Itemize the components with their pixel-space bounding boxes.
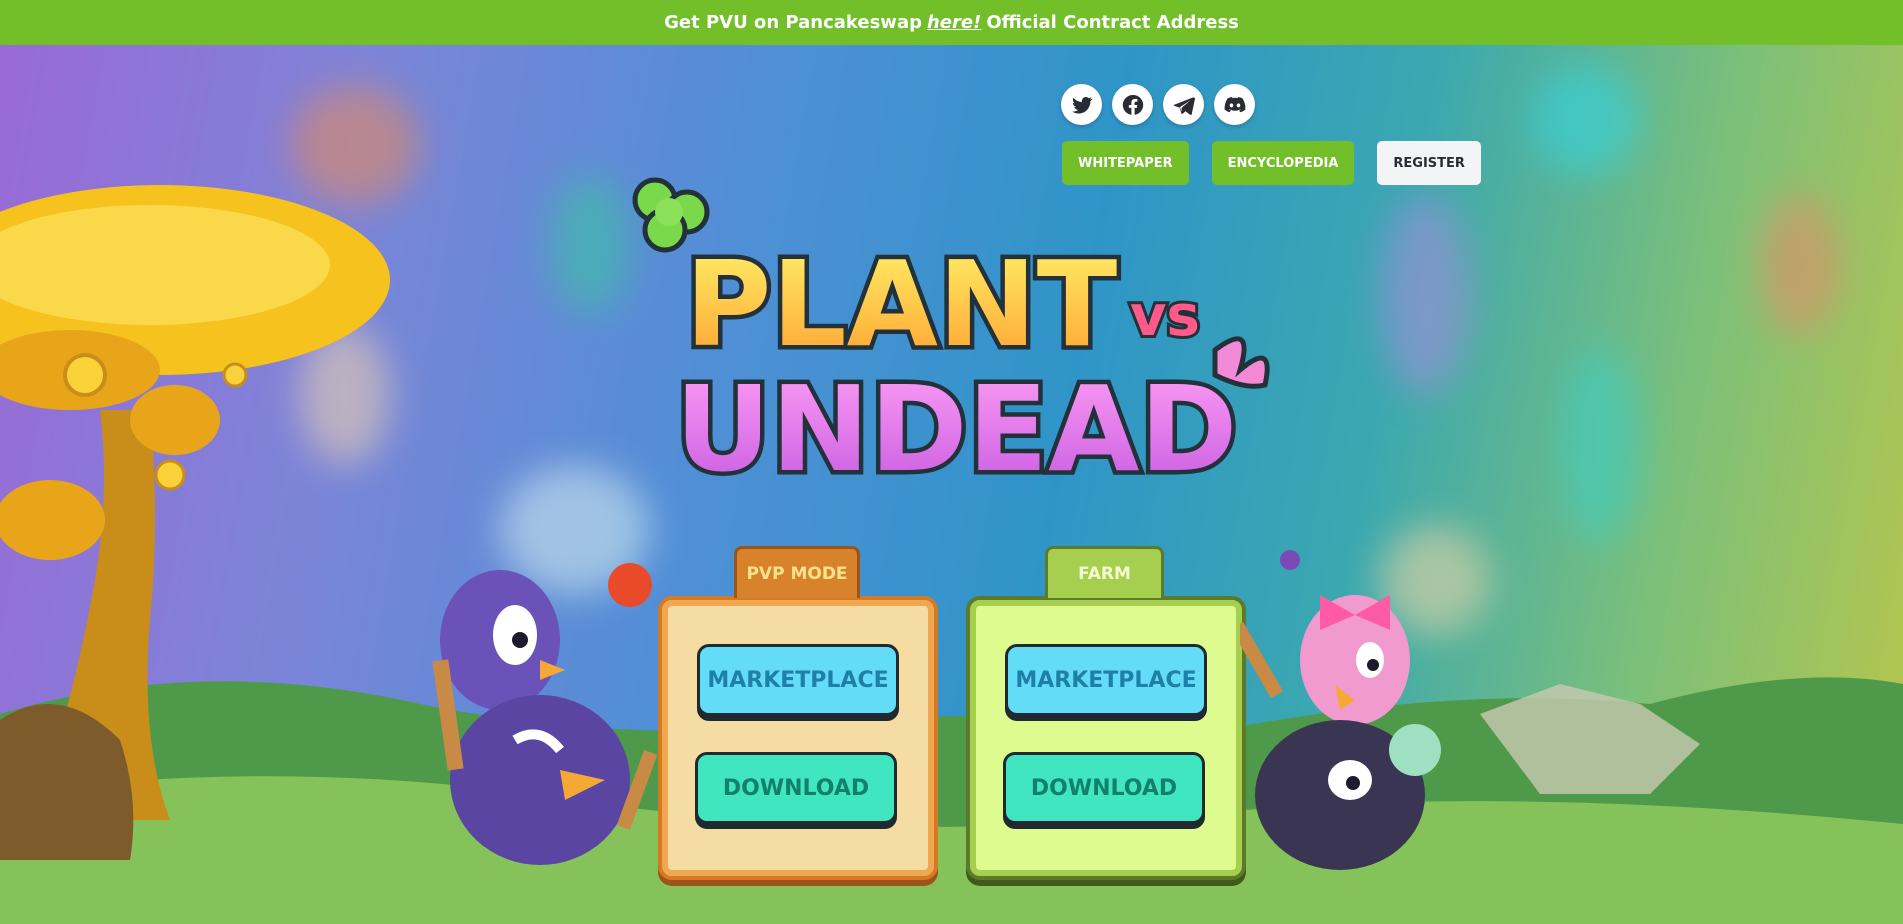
crow-characters-left [432, 563, 658, 865]
register-button[interactable]: REGISTER [1377, 141, 1481, 185]
header-nav: WHITEPAPER ENCYCLOPEDIA REGISTER [1062, 141, 1481, 185]
logo-plant: PLANT [685, 235, 1117, 373]
facebook-icon[interactable] [1112, 84, 1153, 125]
bird-characters-right [1240, 550, 1441, 870]
pvp-marketplace-button[interactable]: MARKETPLACE [697, 644, 899, 716]
plant-vs-undead-logo: PLANT vs UNDEAD [632, 177, 1270, 500]
banner-pancakeswap-link[interactable]: here! [927, 12, 981, 33]
farm-mode-card [966, 596, 1246, 880]
logo-undead: UNDEAD [675, 360, 1237, 498]
tab-pvp-mode: PVP MODE [734, 546, 860, 598]
farm-download-button[interactable]: DOWNLOAD [1003, 752, 1205, 824]
encyclopedia-button[interactable]: ENCYCLOPEDIA [1211, 141, 1355, 185]
farm-marketplace-button[interactable]: MARKETPLACE [1005, 644, 1207, 716]
banner-contract-address-link[interactable]: Official Contract Address [986, 12, 1239, 33]
banner-prefix: Get PVU on Pancakeswap [664, 12, 922, 33]
discord-icon[interactable] [1214, 84, 1255, 125]
twitter-icon[interactable] [1061, 84, 1102, 125]
golden-mushroom-tree [0, 185, 390, 860]
tab-farm: FARM [1045, 546, 1164, 598]
logo-vs: vs [1130, 284, 1200, 349]
telegram-icon[interactable] [1163, 84, 1204, 125]
pvp-download-button[interactable]: DOWNLOAD [695, 752, 897, 824]
social-links [1061, 84, 1255, 125]
whitepaper-button[interactable]: WHITEPAPER [1062, 141, 1189, 185]
top-banner: Get PVU on Pancakeswap here! Official Co… [0, 0, 1903, 45]
pvp-mode-card [658, 596, 938, 880]
